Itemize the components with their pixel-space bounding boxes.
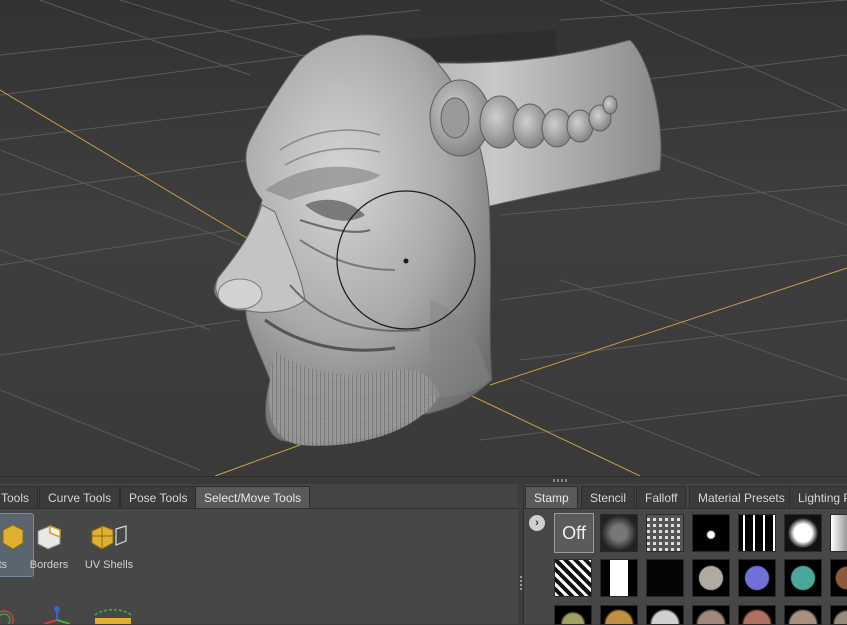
tab-stencil[interactable]: Stencil (581, 486, 636, 508)
cloud-stamp-icon[interactable] (784, 514, 822, 552)
stamp-off-button[interactable]: Off (554, 513, 594, 553)
expand-arrow-icon[interactable]: › (529, 515, 545, 531)
gizmo-icon[interactable] (0, 608, 14, 624)
panel-divider-grip-icon[interactable] (520, 576, 522, 592)
stamp-panel: Stamp Stencil Falloff Material Presets L… (523, 484, 847, 625)
borders-tool-label: Borders (29, 559, 69, 571)
borders-tool-button[interactable]: Borders (26, 513, 72, 575)
skin-sphere-icon[interactable] (692, 605, 730, 625)
stamp-tabbar: Stamp Stencil Falloff Material Presets L… (524, 484, 847, 510)
clay-sphere-icon[interactable] (738, 605, 776, 625)
objects-icon (2, 524, 24, 550)
move-axis-icon[interactable] (40, 606, 74, 624)
blue-bumps-sphere-icon[interactable] (738, 559, 776, 597)
splatter-stamp-icon[interactable] (692, 514, 730, 552)
tab-select-move-tools[interactable]: Select/Move Tools (195, 486, 311, 508)
soft-stamp-icon[interactable] (830, 514, 847, 552)
objects-tool-label: cts (0, 559, 8, 571)
sand-sphere-icon[interactable] (830, 605, 847, 625)
splitter-grip-icon[interactable] (553, 479, 569, 482)
viewport-3d[interactable] (0, 0, 847, 476)
rock-sphere-icon[interactable] (692, 559, 730, 597)
borders-icon (37, 524, 61, 550)
tab-falloff[interactable]: Falloff (636, 486, 687, 508)
uv-shells-icon (91, 525, 127, 550)
white-sphere-icon[interactable] (646, 605, 684, 625)
brown-stamp-icon[interactable] (830, 559, 847, 597)
viewport-scene (0, 0, 847, 476)
tab-curve-tools[interactable]: Curve Tools (39, 486, 121, 508)
moss-sphere-icon[interactable] (554, 605, 592, 625)
tab-tools[interactable]: Tools (0, 486, 39, 508)
grid-stamp-icon[interactable] (646, 514, 684, 552)
tab-stamp[interactable]: Stamp (525, 486, 578, 508)
stone-sphere-icon[interactable] (784, 605, 822, 625)
stamp-gallery: › Off (524, 508, 847, 625)
uv-shells-tool-label: UV Shells (84, 559, 134, 571)
teal-sphere-icon[interactable] (784, 559, 822, 597)
bar-stamp-icon[interactable] (600, 559, 638, 597)
pattern-stamp-icon[interactable] (554, 559, 592, 597)
tab-lighting-presets[interactable]: Lighting Pr (789, 486, 847, 508)
uv-shells-tool-button[interactable]: UV Shells (85, 513, 133, 575)
tab-material-presets[interactable]: Material Presets (689, 486, 794, 508)
tools-panel: Tools Curve Tools Pose Tools Select/Move… (0, 484, 518, 624)
select-move-tools-content: cts Borders UV Shells (0, 508, 518, 624)
dark-stamp-icon[interactable] (646, 559, 684, 597)
tools-tabbar: Tools Curve Tools Pose Tools Select/Move… (0, 484, 518, 510)
curve-ruler-icon[interactable] (93, 606, 133, 624)
streaks-stamp-icon[interactable] (738, 514, 776, 552)
noise-stamp-icon[interactable] (600, 514, 638, 552)
tab-pose-tools[interactable]: Pose Tools (120, 486, 197, 508)
gold-sphere-icon[interactable] (600, 605, 638, 625)
